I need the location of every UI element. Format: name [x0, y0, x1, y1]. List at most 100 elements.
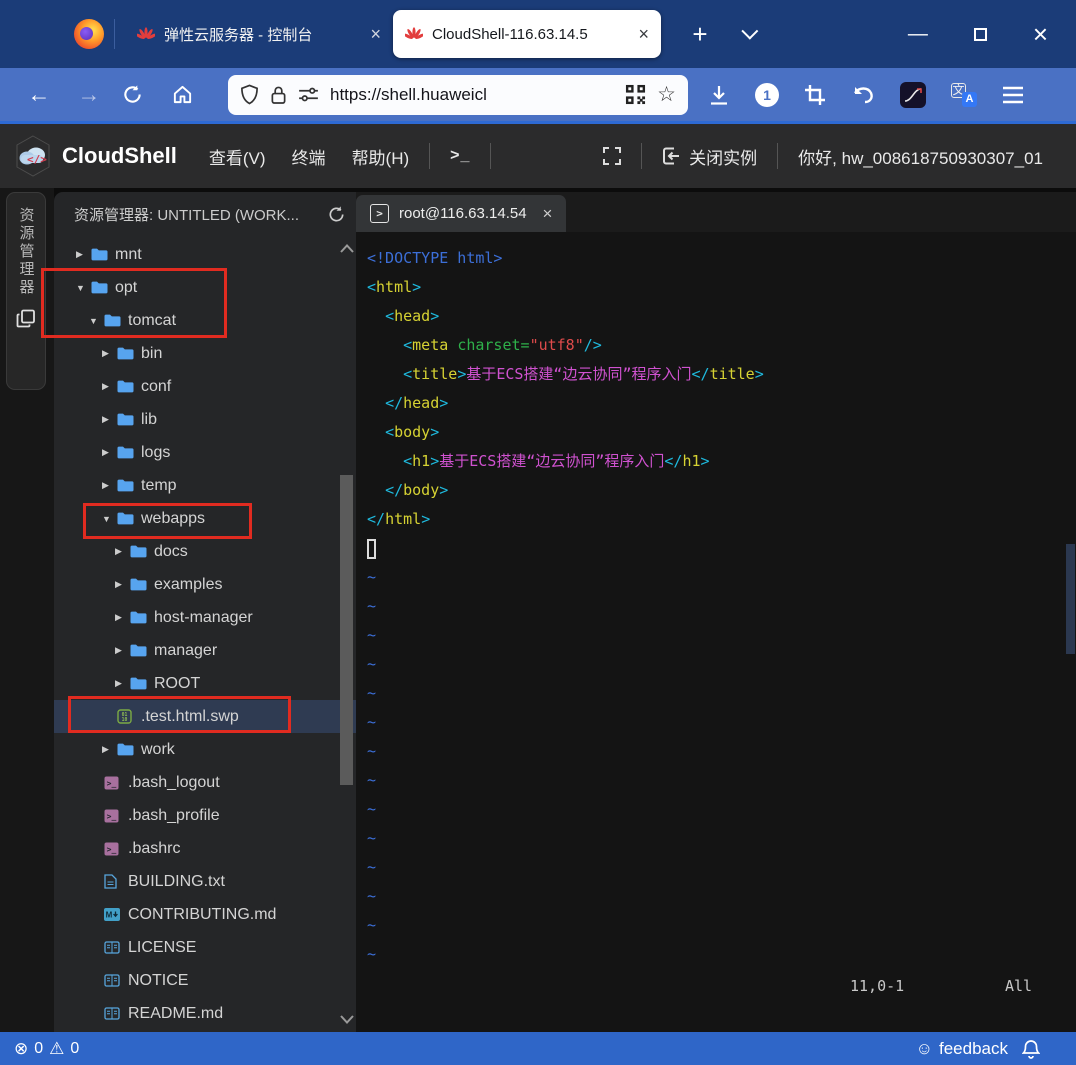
code-line: <h1>基于ECS搭建“边云协同”程序入门</h1>: [367, 447, 1076, 476]
chevron-collapsed-icon: ▶: [102, 447, 117, 458]
forward-button[interactable]: →: [72, 81, 106, 108]
back-button[interactable]: ←: [22, 81, 56, 108]
terminal-scrollbar-thumb[interactable]: [1066, 544, 1075, 654]
window-close-button[interactable]: ×: [1033, 19, 1048, 50]
header-separator: [641, 143, 642, 169]
folder-icon: [130, 578, 154, 591]
bookmark-star-icon[interactable]: ☆: [657, 82, 676, 107]
folder-icon: [130, 677, 154, 690]
vim-tilde: ~: [367, 563, 1076, 592]
chevron-collapsed-icon: ▶: [76, 249, 91, 260]
resource-manager-tab[interactable]: 资源管理器: [6, 192, 46, 390]
tab-separator: [114, 19, 115, 49]
tree-item-.test.html.swp[interactable]: 0110.test.html.swp: [54, 700, 356, 733]
tree-item-CONTRIBUTING.md[interactable]: MCONTRIBUTING.md: [54, 898, 356, 931]
menu-terminal[interactable]: 终端: [292, 144, 326, 169]
tab-list-dropdown-icon[interactable]: [741, 23, 758, 40]
extension-icon-dark[interactable]: [900, 82, 926, 108]
svg-text:>_: >_: [107, 779, 117, 788]
firefox-view-icon[interactable]: [74, 19, 104, 49]
translate-icon[interactable]: 文 A: [951, 83, 977, 107]
error-icon[interactable]: ⊗: [14, 1039, 28, 1059]
tree-item-docs[interactable]: ▶docs: [54, 535, 356, 568]
vim-tilde: ~: [367, 592, 1076, 621]
tree-item-.bash-logout[interactable]: >_.bash_logout: [54, 766, 356, 799]
refresh-icon[interactable]: [327, 205, 346, 224]
menu-help[interactable]: 帮助(H): [352, 144, 410, 169]
notification-badge[interactable]: 1: [755, 83, 779, 107]
tree-item-.bashrc[interactable]: >_.bashrc: [54, 832, 356, 865]
tree-item-examples[interactable]: ▶examples: [54, 568, 356, 601]
undo-icon[interactable]: [851, 84, 875, 106]
folder-icon: [91, 281, 115, 294]
explorer-scrollbar-thumb[interactable]: [340, 475, 353, 785]
activity-bar: 资源管理器: [0, 188, 54, 1032]
browser-tab-cloudshell[interactable]: CloudShell-116.63.14.5 ×: [393, 10, 661, 58]
window-maximize-button[interactable]: [974, 28, 987, 41]
scroll-down-icon[interactable]: [340, 1015, 354, 1024]
terminal-code[interactable]: <!DOCTYPE html><html> <head> <meta chars…: [356, 232, 1076, 969]
menu-view[interactable]: 查看(V): [209, 144, 266, 169]
tree-item-opt[interactable]: ▼opt: [54, 271, 356, 304]
terminal-prompt-icon[interactable]: >_: [450, 147, 470, 165]
permissions-icon[interactable]: [298, 87, 319, 102]
tree-item-LICENSE[interactable]: LICENSE: [54, 931, 356, 964]
tree-item-manager[interactable]: ▶manager: [54, 634, 356, 667]
warning-count[interactable]: 0: [70, 1040, 79, 1058]
terminal-tab-close-icon[interactable]: ×: [543, 204, 553, 224]
tree-item-host-manager[interactable]: ▶host-manager: [54, 601, 356, 634]
close-instance-button[interactable]: 关闭实例: [662, 144, 757, 169]
tree-item-lib[interactable]: ▶lib: [54, 403, 356, 436]
home-button[interactable]: [172, 84, 206, 105]
chevron-expanded-icon: ▼: [76, 283, 91, 293]
tree-item-ROOT[interactable]: ▶ROOT: [54, 667, 356, 700]
fullscreen-icon[interactable]: [603, 147, 621, 165]
tab-title: CloudShell-116.63.14.5: [432, 26, 629, 43]
tree-item-temp[interactable]: ▶temp: [54, 469, 356, 502]
tree-item-label: work: [141, 741, 175, 759]
window-minimize-button[interactable]: —: [908, 23, 928, 46]
vim-tilde: ~: [367, 824, 1076, 853]
new-tab-button[interactable]: +: [683, 19, 717, 50]
folder-icon: [130, 545, 154, 558]
error-count[interactable]: 0: [34, 1040, 43, 1058]
urlbar[interactable]: https://shell.huaweicl ☆: [228, 75, 688, 115]
qr-code-icon[interactable]: [625, 84, 646, 105]
downloads-button[interactable]: [708, 84, 730, 106]
browser-tab-console[interactable]: 弹性云服务器 - 控制台 ×: [125, 10, 393, 58]
warning-icon[interactable]: ⚠: [49, 1039, 64, 1059]
tab-close-icon[interactable]: ×: [638, 25, 649, 43]
tree-item-README.md[interactable]: README.md: [54, 997, 356, 1030]
code-line-cursor: [367, 534, 1076, 563]
screenshot-crop-icon[interactable]: [804, 84, 826, 106]
tree-item-work[interactable]: ▶work: [54, 733, 356, 766]
tree-item-tomcat[interactable]: ▼tomcat: [54, 304, 356, 337]
scroll-up-icon[interactable]: [340, 244, 354, 253]
tree-item-NOTICE[interactable]: NOTICE: [54, 964, 356, 997]
vim-tilde: ~: [367, 621, 1076, 650]
tree-item-conf[interactable]: ▶conf: [54, 370, 356, 403]
tree-item-label: logs: [141, 444, 170, 462]
tree-item-label: tomcat: [128, 312, 176, 330]
resource-manager-label: 资源管理器: [16, 207, 37, 297]
shield-icon[interactable]: [240, 84, 259, 105]
feedback-button[interactable]: ☺ feedback: [916, 1039, 1008, 1059]
smiley-icon: ☺: [916, 1039, 933, 1059]
tree-item-webapps[interactable]: ▼webapps: [54, 502, 356, 535]
url-text[interactable]: https://shell.huaweicl: [330, 85, 614, 105]
tree-item-BUILDING.txt[interactable]: BUILDING.txt: [54, 865, 356, 898]
tree-item-mnt[interactable]: ▶mnt: [54, 238, 356, 271]
tab-close-icon[interactable]: ×: [370, 25, 381, 43]
folder-icon: [91, 248, 115, 261]
reload-button[interactable]: [122, 84, 156, 105]
terminal-tab[interactable]: > root@116.63.14.54 ×: [356, 195, 566, 232]
tree-item-logs[interactable]: ▶ logs: [54, 436, 356, 469]
tree-item-bin[interactable]: ▶bin: [54, 337, 356, 370]
folder-icon: [117, 413, 141, 426]
tree-item-label: README.md: [128, 1005, 223, 1023]
vim-tilde: ~: [367, 795, 1076, 824]
menu-button[interactable]: [1002, 86, 1024, 104]
tree-item-.bash-profile[interactable]: >_.bash_profile: [54, 799, 356, 832]
lock-icon[interactable]: [270, 85, 287, 105]
bell-icon[interactable]: [1022, 1039, 1040, 1059]
